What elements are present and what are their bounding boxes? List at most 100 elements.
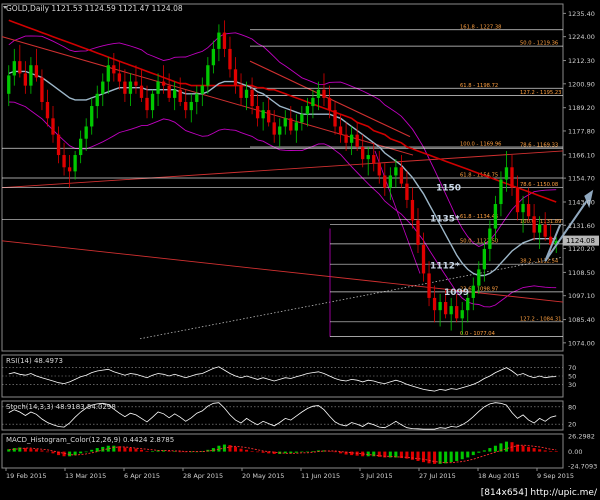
candle-body bbox=[184, 101, 188, 111]
macd-bar bbox=[145, 451, 149, 452]
price-tick-label: 1131.60 bbox=[568, 222, 595, 230]
date-tick-label: 28 Apr 2015 bbox=[183, 472, 223, 480]
macd-bar bbox=[455, 451, 459, 461]
fib-level-label: 100.0 - 1131.89 bbox=[520, 219, 561, 225]
candle-body bbox=[283, 118, 287, 127]
price-tick-label: 1189.20 bbox=[568, 104, 595, 112]
fib-level-label: 127.2 - 1084.31 bbox=[520, 316, 561, 322]
candle-body bbox=[322, 89, 326, 98]
indicator-tick-label: 50 bbox=[568, 373, 576, 381]
candle-body bbox=[51, 118, 55, 135]
candle-body bbox=[195, 93, 199, 102]
candle-body bbox=[145, 97, 149, 111]
indicator-tick-label: 70 bbox=[568, 364, 576, 372]
candle-body bbox=[515, 187, 520, 213]
macd-bar bbox=[79, 451, 83, 454]
candle-body bbox=[267, 110, 271, 123]
candle-body bbox=[427, 273, 431, 298]
macd-bar bbox=[139, 449, 144, 452]
candle-body bbox=[460, 310, 464, 319]
candle-body bbox=[250, 89, 254, 107]
candle-body bbox=[338, 126, 343, 135]
candle-body bbox=[316, 89, 321, 98]
price-tick-label: 1085.40 bbox=[568, 316, 595, 324]
candle-body bbox=[410, 199, 415, 221]
macd-tick-label: 0.00 bbox=[568, 448, 582, 456]
candle-body bbox=[394, 167, 398, 176]
macd-bar bbox=[294, 451, 298, 453]
macd-bar bbox=[554, 451, 558, 452]
macd-bar bbox=[90, 449, 94, 452]
price-tick-label: 1154.70 bbox=[568, 175, 595, 183]
date-tick-label: 3 Jul 2015 bbox=[360, 472, 393, 480]
candle-body bbox=[73, 155, 77, 172]
candle-body bbox=[537, 224, 542, 233]
candle-body bbox=[311, 97, 315, 107]
candle-body bbox=[361, 146, 365, 160]
macd-tick-label: -24.7093 bbox=[568, 463, 597, 471]
price-tick-label: 1166.10 bbox=[568, 151, 595, 159]
candle-body bbox=[139, 85, 144, 98]
candle-body bbox=[300, 114, 304, 123]
date-tick-label: 20 May 2015 bbox=[242, 472, 284, 480]
macd-bar bbox=[250, 451, 254, 452]
candle-body bbox=[349, 134, 354, 143]
fib-level-label: 61.8 - 1134.46 bbox=[460, 214, 498, 220]
candle-body bbox=[482, 248, 487, 270]
candle-body bbox=[101, 81, 105, 94]
macd-bar bbox=[444, 451, 448, 464]
candle-body bbox=[532, 216, 536, 233]
fib-level-label: 161.8 - 1227.38 bbox=[460, 24, 501, 30]
macd-bar bbox=[488, 448, 492, 452]
macd-bar bbox=[123, 447, 127, 452]
fib-level-label: 127.2 - 1195.23 bbox=[520, 90, 561, 96]
macd-bar bbox=[34, 449, 38, 452]
candle-body bbox=[7, 75, 11, 94]
candle-body bbox=[222, 32, 227, 49]
macd-bar bbox=[416, 451, 420, 461]
macd-title: MACD_Histogram_Color(12,26,9) 0.4424 2.8… bbox=[6, 436, 174, 444]
candle-body bbox=[173, 89, 177, 98]
candle-body bbox=[217, 32, 221, 49]
price-tick-label: 1200.90 bbox=[568, 80, 595, 88]
date-tick-label: 19 Feb 2015 bbox=[6, 472, 46, 480]
candle-body bbox=[421, 244, 426, 274]
candle-body bbox=[488, 228, 492, 249]
price-annotation: 1112* bbox=[430, 261, 460, 271]
symbol-title: GOLD,Daily 1121.53 1124.59 1121.47 1124.… bbox=[6, 4, 183, 13]
candle-body bbox=[372, 155, 376, 164]
candle-body bbox=[455, 306, 459, 319]
macd-bar bbox=[134, 448, 138, 452]
macd-bar bbox=[233, 446, 238, 452]
candle-body bbox=[56, 134, 61, 156]
price-annotation: 1099 bbox=[444, 288, 469, 298]
candle-body bbox=[206, 65, 210, 86]
price-tick-label: 1074.00 bbox=[568, 339, 595, 347]
macd-bar bbox=[549, 451, 553, 452]
macd-bar bbox=[256, 451, 260, 453]
price-axis[interactable]: 1235.40 1224.00 1212.30 1200.90 1189.20 1177.… bbox=[563, 10, 595, 347]
candle-body bbox=[255, 106, 260, 119]
candle-body bbox=[45, 101, 50, 119]
macd-bar bbox=[18, 447, 22, 452]
macd-bar bbox=[29, 448, 33, 452]
price-tick-label: 1097.10 bbox=[568, 292, 595, 300]
candle-body bbox=[78, 138, 83, 156]
candle-body bbox=[399, 167, 404, 184]
macd-bar bbox=[543, 450, 547, 452]
fib-level-label: 100.0 - 1169.96 bbox=[460, 141, 501, 147]
candle-body bbox=[211, 48, 216, 66]
candle-body bbox=[272, 122, 276, 135]
candle-body bbox=[333, 110, 337, 127]
macd-bar bbox=[421, 451, 426, 463]
macd-bar bbox=[245, 449, 249, 452]
macd-bar bbox=[217, 445, 221, 452]
price-tick-label: 1143.00 bbox=[568, 198, 595, 206]
candle-body bbox=[504, 167, 509, 180]
candle-body bbox=[438, 302, 442, 311]
candle-body bbox=[62, 155, 66, 168]
candle-body bbox=[305, 106, 310, 115]
stochastic-title: Stoch(14,3,3) 48.9183 54.0298 bbox=[6, 403, 116, 411]
macd-bar bbox=[466, 451, 470, 458]
trading-chart[interactable]: 161.8 - 1227.38 50.0 - 1219.36 61.8 - 1198… bbox=[0, 0, 600, 500]
